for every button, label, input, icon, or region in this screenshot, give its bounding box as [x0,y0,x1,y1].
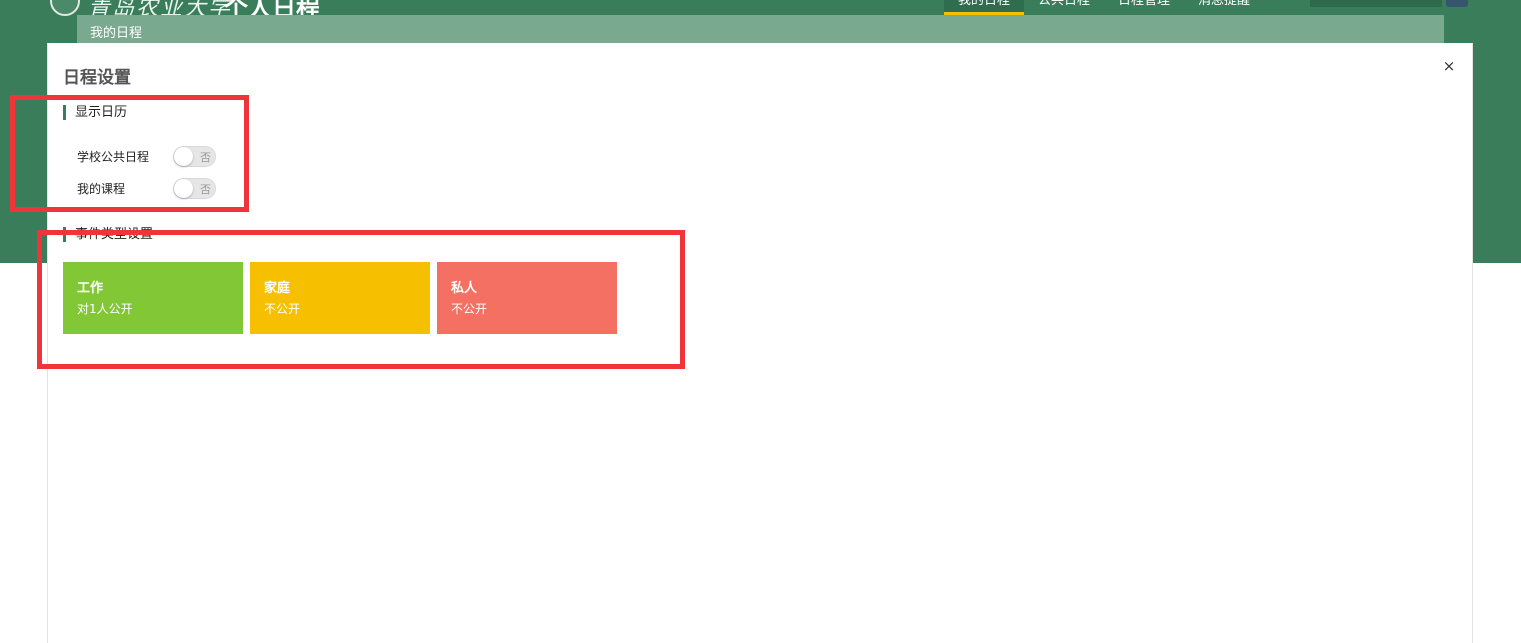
event-type-card-work[interactable]: 工作 对1人公开 [63,262,243,334]
event-type-visibility: 不公开 [264,302,301,316]
event-type-card-private[interactable]: 私人 不公开 [437,262,617,334]
school-schedule-toggle[interactable]: 否 [173,145,216,167]
top-nav: 我的日程 公共日程 日程管理 消息提醒 [944,0,1264,15]
nav-tab-my-schedule[interactable]: 我的日程 [944,0,1025,15]
breadcrumb-label: 我的日程 [90,26,143,41]
event-type-heading: 事件类型设置 [63,227,153,242]
search-input[interactable] [1310,0,1442,7]
toggle-knob [174,178,193,198]
nav-tab-schedule-manage[interactable]: 日程管理 [1104,0,1184,15]
schedule-settings-modal: 日程设置 × 显示日历 学校公共日程 否 我的课程 否 事件类型设置 工作 对1… [47,43,1473,643]
event-type-visibility: 对1人公开 [77,302,133,316]
avatar[interactable] [1446,0,1468,7]
nav-tab-public-schedule[interactable]: 公共日程 [1024,0,1104,15]
event-type-name: 家庭 [264,281,291,296]
breadcrumb: 我的日程 [77,15,1444,45]
event-type-name: 工作 [77,281,104,296]
nav-tab-reminders[interactable]: 消息提醒 [1184,0,1264,15]
event-type-visibility: 不公开 [451,302,488,316]
toggle-state-text: 否 [200,150,211,164]
toggle-row-my-courses: 我的课程 否 [77,177,216,199]
display-calendar-heading: 显示日历 [63,105,127,120]
toggle-label: 我的课程 [77,181,126,196]
modal-title: 日程设置 [63,68,131,88]
my-courses-toggle[interactable]: 否 [173,177,216,199]
event-type-cards: 工作 对1人公开 家庭 不公开 私人 不公开 [63,262,617,334]
toggle-state-text: 否 [200,182,211,196]
toggle-label: 学校公共日程 [77,149,150,164]
university-emblem-icon [50,0,80,16]
toggle-row-school-schedule: 学校公共日程 否 [77,145,216,167]
close-icon[interactable]: × [1440,57,1458,75]
event-type-name: 私人 [451,281,478,296]
toggle-knob [174,146,193,166]
event-type-card-family[interactable]: 家庭 不公开 [250,262,430,334]
